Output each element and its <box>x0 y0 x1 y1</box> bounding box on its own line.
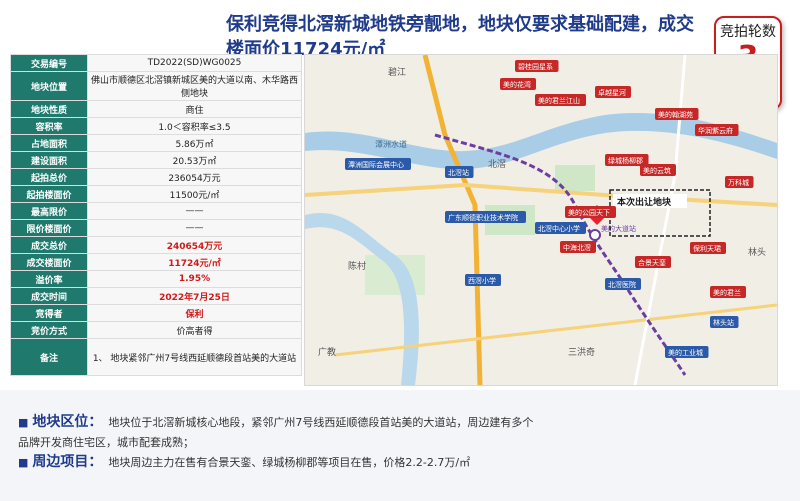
plot-callout: 本次出让地块 <box>617 196 672 208</box>
facility-label[interactable]: 林头站 <box>713 318 734 327</box>
section-location: ■ 地块区位： 地块位于北滘新城核心地段，紧邻广州7号线西延顺德段首站美的大道站，周… <box>18 412 538 453</box>
field-label: 交易编号 <box>10 54 88 72</box>
field-label: 竞得者 <box>10 304 88 322</box>
location-map[interactable]: 美的大道站 潭洲水道 本次出让地块 碧桂园星系美的花湾 美的君兰江山 卓越星河美的翰… <box>304 54 778 386</box>
table-row: 起拍总价 236054万元 <box>10 168 302 186</box>
field-label: 建设面积 <box>10 151 88 169</box>
table-row: 最高限价 —— <box>10 202 302 220</box>
project-label[interactable]: 美的公园天下 <box>568 208 610 217</box>
square-bullet-icon: ■ <box>18 456 29 469</box>
project-label[interactable]: 美的翰湖苑 <box>658 110 693 119</box>
table-row: 成交楼面价 11724元/㎡ <box>10 253 302 271</box>
field-label: 最高限价 <box>10 202 88 220</box>
project-label[interactable]: 美的君兰 <box>713 288 741 297</box>
area-label[interactable]: 三洪奇 <box>568 346 595 358</box>
field-label: 容积率 <box>10 117 88 135</box>
field-value: 11500元/㎡ <box>87 185 302 203</box>
project-label[interactable]: 卓越星河 <box>598 88 626 97</box>
project-label[interactable]: 碧桂园星系 <box>518 62 553 71</box>
project-label[interactable]: 绿城杨柳郡 <box>608 156 643 165</box>
facility-label[interactable]: 北滘中心小学 <box>538 224 580 233</box>
field-label: 备注 <box>10 338 88 376</box>
field-value: 1.0＜容积率≤3.5 <box>87 117 302 135</box>
field-label: 溢价率 <box>10 270 88 288</box>
area-label[interactable]: 北滘 <box>488 159 506 170</box>
table-row: 竞价方式 价高者得 <box>10 321 302 339</box>
project-label[interactable]: 合景天銮 <box>638 258 666 267</box>
square-bullet-icon: ■ <box>18 416 29 429</box>
map-canvas: 美的大道站 潭洲水道 本次出让地块 碧桂园星系美的花湾美的君兰江山 卓越星河美的翰… <box>305 55 777 385</box>
field-value: 商住 <box>87 100 302 118</box>
field-value: 240654万元 <box>87 236 302 254</box>
table-row: 建设面积 20.53万㎡ <box>10 151 302 169</box>
project-label[interactable]: 万科城 <box>728 178 749 187</box>
table-row: 成交总价 240654万元 <box>10 236 302 254</box>
field-value: TD2022(SD)WG0025 <box>87 54 302 72</box>
field-value: —— <box>87 202 302 220</box>
section-text: 地块周边主力在售有合景天銮、绿城杨柳郡等项目在售，价格2.2-2.7万/㎡ <box>108 456 471 469</box>
field-label: 占地面积 <box>10 134 88 152</box>
table-row: 地块位置 佛山市顺德区北滘镇新城区美的大道以南、木华路西侧地块 <box>10 71 302 101</box>
area-label[interactable]: 陈村 <box>348 260 366 272</box>
field-value: 1.95% <box>87 270 302 288</box>
field-label: 成交楼面价 <box>10 253 88 271</box>
table-row: 交易编号 TD2022(SD)WG0025 <box>10 54 302 72</box>
field-value: 5.86万㎡ <box>87 134 302 152</box>
facility-label[interactable]: 西滘小学 <box>468 276 496 285</box>
field-value: 20.53万㎡ <box>87 151 302 169</box>
area-label[interactable]: 林头 <box>748 246 766 258</box>
metro-station-icon <box>589 229 601 241</box>
section-projects: ■ 周边项目： 地块周边主力在售有合景天銮、绿城杨柳郡等项目在售，价格2.2-2.7… <box>18 452 538 473</box>
project-label[interactable]: 美的云筑 <box>643 166 671 175</box>
table-row: 溢价率 1.95% <box>10 270 302 288</box>
project-label[interactable]: 美的花湾 <box>503 80 531 89</box>
field-label: 成交时间 <box>10 287 88 305</box>
project-label[interactable]: 美的君兰江山 <box>538 96 580 105</box>
field-label: 成交总价 <box>10 236 88 254</box>
field-label: 限价楼面价 <box>10 219 88 237</box>
facility-label[interactable]: 广东顺德职业技术学院 <box>448 213 518 222</box>
facility-label[interactable]: 北滘站 <box>448 168 469 177</box>
summary-panel: ■ 地块区位： 地块位于北滘新城核心地段，紧邻广州7号线西延顺德段首站美的大道站，周… <box>0 390 800 501</box>
auction-rounds-label: 竞拍轮数 <box>720 24 776 40</box>
table-row: 地块性质 商住 <box>10 100 302 118</box>
field-value: 保利 <box>87 304 302 322</box>
table-row: 备注 1、 地块紧邻广州7号线西延顺德段首站美的大道站 <box>10 338 302 376</box>
table-row: 限价楼面价 —— <box>10 219 302 237</box>
facility-label[interactable]: 美的工业城 <box>668 348 703 357</box>
field-value: 佛山市顺德区北滘镇新城区美的大道以南、木华路西侧地块 <box>87 71 302 101</box>
field-label: 起拍总价 <box>10 168 88 186</box>
table-row: 起拍楼面价 11500元/㎡ <box>10 185 302 203</box>
transaction-table: 交易编号 TD2022(SD)WG0025 地块位置 佛山市顺德区北滘镇新城区美的大道… <box>10 54 302 376</box>
section-heading: 地块区位： <box>32 414 103 430</box>
field-value: 2022年7月25日 <box>87 287 302 305</box>
project-label[interactable]: 华润紫云府 <box>698 126 733 135</box>
area-label[interactable]: 碧江 <box>388 66 406 78</box>
field-value: —— <box>87 219 302 237</box>
field-label: 地块性质 <box>10 100 88 118</box>
project-label[interactable]: 中海北滘 <box>563 243 591 252</box>
field-value: 价高者得 <box>87 321 302 339</box>
project-label[interactable]: 保利天珺 <box>693 244 721 253</box>
river-label: 潭洲水道 <box>375 139 407 149</box>
table-row: 占地面积 5.86万㎡ <box>10 134 302 152</box>
field-value: 236054万元 <box>87 168 302 186</box>
table-row: 竞得者 保利 <box>10 304 302 322</box>
area-label[interactable]: 广教 <box>318 346 336 358</box>
field-label: 起拍楼面价 <box>10 185 88 203</box>
field-value: 1、 地块紧邻广州7号线西延顺德段首站美的大道站 <box>87 338 302 376</box>
facility-label[interactable]: 北滘医院 <box>608 280 636 289</box>
field-label: 竞价方式 <box>10 321 88 339</box>
metro-station-label: 美的大道站 <box>601 224 636 233</box>
facility-label[interactable]: 潭洲国际会展中心 <box>348 160 404 169</box>
field-value: 11724元/㎡ <box>87 253 302 271</box>
section-heading: 周边项目： <box>32 454 103 470</box>
table-row: 容积率 1.0＜容积率≤3.5 <box>10 117 302 135</box>
table-row: 成交时间 2022年7月25日 <box>10 287 302 305</box>
field-label: 地块位置 <box>10 71 88 101</box>
